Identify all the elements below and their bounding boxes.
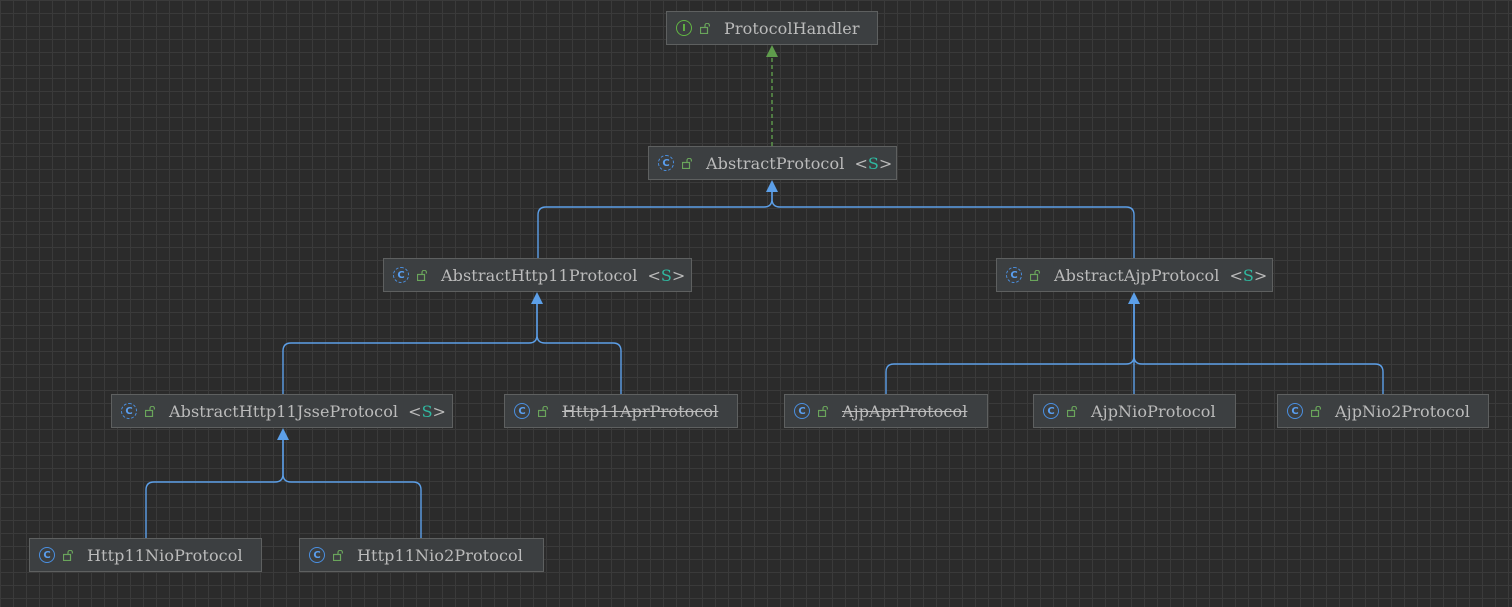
node-http11-nio-protocol[interactable]: C Http11NioProtocol [29,538,262,572]
class-name: AbstractHttp11JsseProtocol [169,401,399,421]
public-lock-icon [333,549,343,561]
extends-edge [537,192,773,258]
public-lock-icon [538,405,548,417]
class-name: AbstractProtocol [706,153,845,173]
extends-arrowhead [277,428,289,440]
public-lock-icon [818,405,828,417]
class-icon: C [794,403,810,419]
interface-icon: I [676,20,692,36]
class-icon: C [309,547,325,563]
node-ajp-nio-protocol[interactable]: C AjpNioProtocol [1033,394,1236,428]
class-name-deprecated: AjpAprProtocol [842,401,968,421]
class-name: AjpNio2Protocol [1335,401,1471,421]
public-lock-icon [1067,405,1077,417]
abstract-class-icon: C [121,403,137,419]
public-lock-icon [417,269,427,281]
class-name: ProtocolHandler [724,18,860,38]
class-icon: C [1043,403,1059,419]
node-abstract-http11-protocol[interactable]: C AbstractHttp11Protocol <S> [383,258,692,292]
node-abstract-protocol[interactable]: C AbstractProtocol <S> [648,146,897,180]
extends-arrowhead [531,292,543,304]
node-abstract-ajp-protocol[interactable]: C AbstractAjpProtocol <S> [996,258,1273,292]
class-name: AbstractHttp11Protocol [441,265,638,285]
type-parameter-name: S [867,153,879,173]
public-lock-icon [682,157,692,169]
abstract-class-icon: C [1006,267,1022,283]
public-lock-icon [1030,269,1040,281]
extends-edge [1133,304,1384,394]
extends-edge [536,304,622,394]
class-name: Http11Nio2Protocol [357,545,523,565]
extends-edge [145,440,284,538]
class-name-deprecated: Http11AprProtocol [562,401,719,421]
extends-edge [282,440,422,538]
node-abstract-http11-jsse-protocol[interactable]: C AbstractHttp11JsseProtocol <S> [111,394,453,428]
type-parameter-name: S [1242,265,1254,285]
node-protocol-handler[interactable]: I ProtocolHandler [666,11,878,45]
class-icon: C [39,547,55,563]
class-name: AbstractAjpProtocol [1054,265,1220,285]
type-parameter: <S> [408,401,446,421]
extends-edge [885,304,1135,394]
public-lock-icon [63,549,73,561]
extends-edge [771,192,1135,258]
node-ajp-apr-protocol[interactable]: C AjpAprProtocol [784,394,988,428]
public-lock-icon [700,22,710,34]
public-lock-icon [1311,405,1321,417]
type-parameter: <S> [854,153,893,173]
type-parameter: <S> [1229,265,1268,285]
node-http11-nio2-protocol[interactable]: C Http11Nio2Protocol [299,538,544,572]
type-parameter: <S> [647,265,686,285]
class-name: AjpNioProtocol [1091,401,1216,421]
extends-arrowhead [1128,292,1140,304]
uml-class-diagram: I ProtocolHandler C AbstractProtocol <S>… [0,0,1512,607]
class-icon: C [514,403,530,419]
class-name: Http11NioProtocol [87,545,243,565]
type-parameter-name: S [660,265,672,285]
public-lock-icon [145,405,155,417]
implements-arrowhead [766,45,778,57]
abstract-class-icon: C [393,267,409,283]
abstract-class-icon: C [658,155,674,171]
extends-edge [282,304,538,394]
type-parameter-name: S [421,401,433,421]
node-ajp-nio2-protocol[interactable]: C AjpNio2Protocol [1277,394,1489,428]
extends-arrowhead [766,180,778,192]
class-icon: C [1287,403,1303,419]
inheritance-edges [145,45,1384,538]
node-http11-apr-protocol[interactable]: C Http11AprProtocol [504,394,738,428]
